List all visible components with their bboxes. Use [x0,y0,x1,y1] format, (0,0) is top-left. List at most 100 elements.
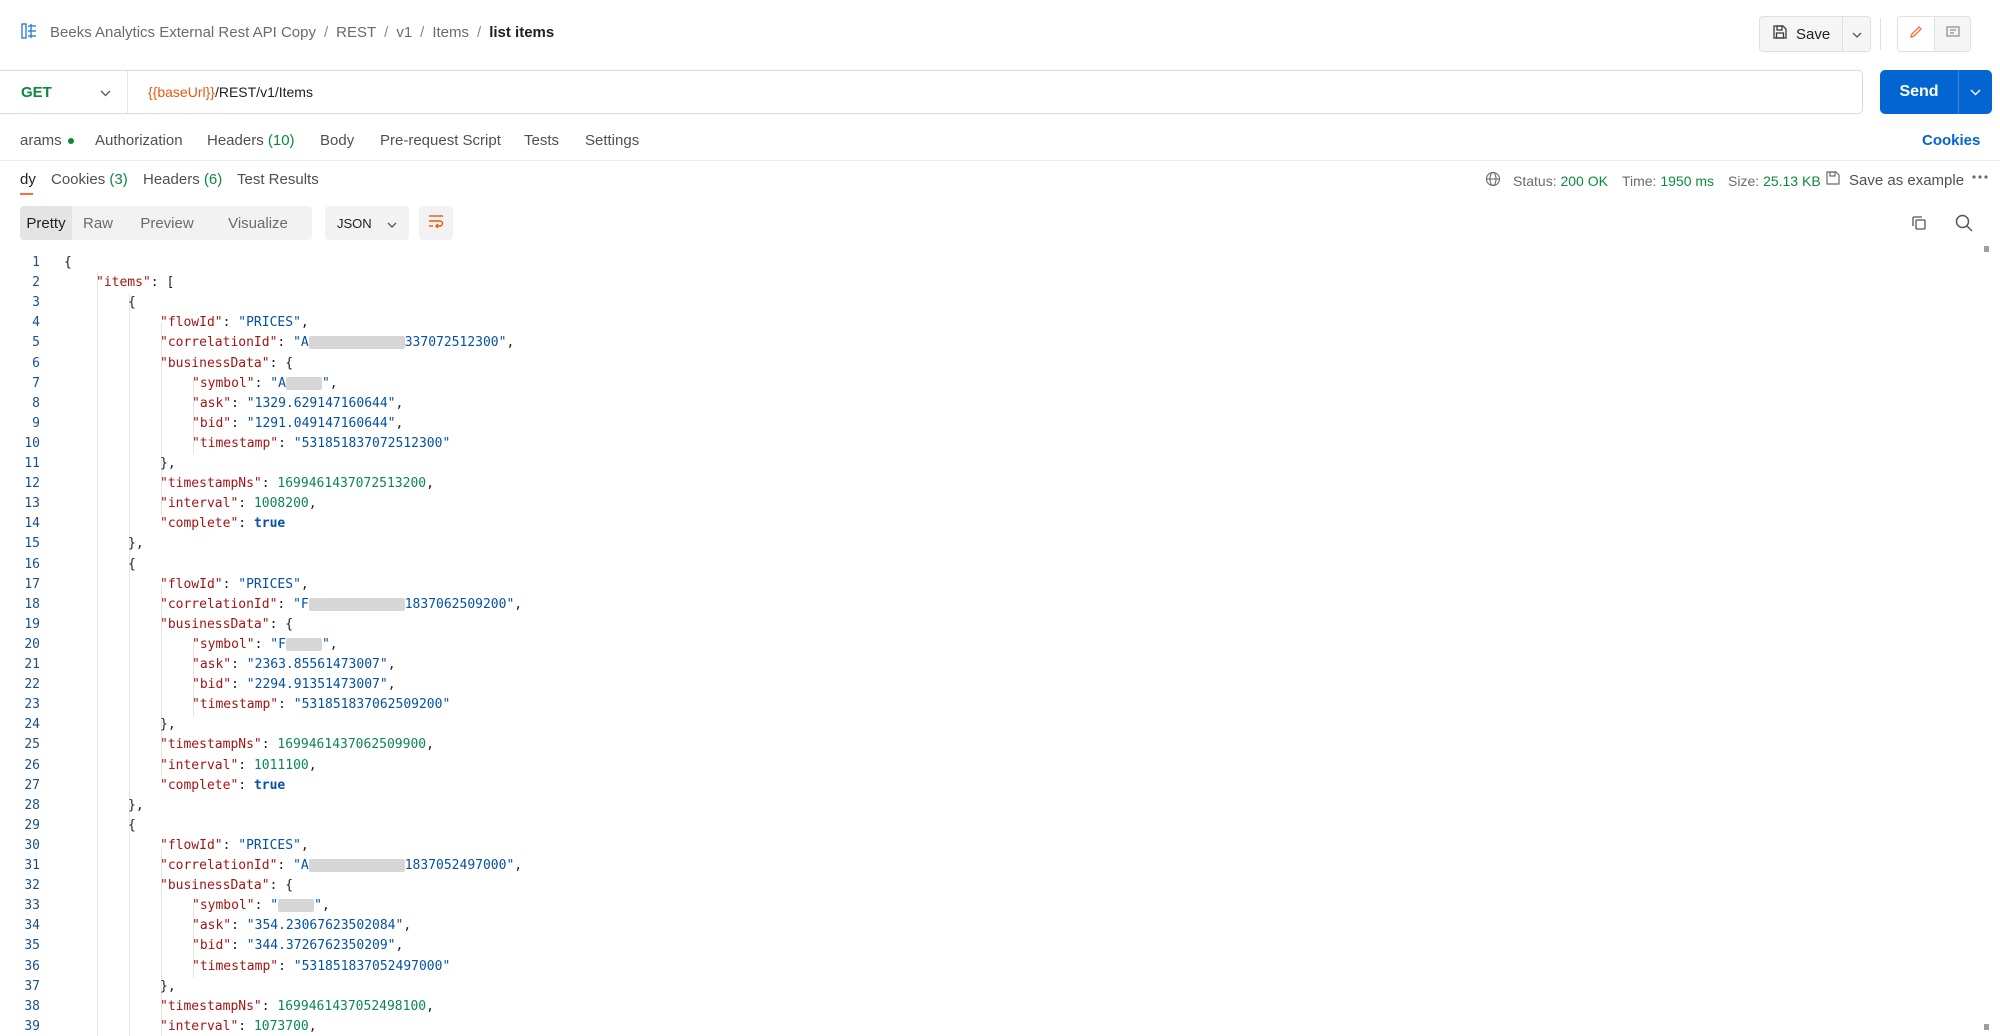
code-line: 5 "correlationId": "A 337072512300", [0,333,1960,353]
line-number: 25 [24,737,40,753]
code-text: "correlationId": "A 1837052497000", [160,858,523,873]
code-line: 10 "timestamp": "531851837072512300" [0,434,1960,454]
breadcrumb-folder-items[interactable]: Items [432,24,469,41]
status-value: 200 OK [1560,172,1608,189]
tab-params[interactable]: arams [20,132,74,149]
tab-cookies-label: Cookies [51,171,106,188]
breadcrumb-folder-rest[interactable]: REST [336,24,376,41]
tab-tests[interactable]: Tests [524,132,559,149]
section-divider [0,160,2000,161]
time-label: Time: [1621,172,1657,189]
code-line: 20 "symbol": "F ", [0,635,1960,655]
copy-icon[interactable] [1910,214,1928,237]
tab-pre-request-script[interactable]: Pre-request Script [380,132,501,149]
code-line: 14 "complete": true [0,514,1960,534]
more-options-icon[interactable] [1971,170,1989,189]
code-text: "interval": 1073700, [160,1018,317,1034]
line-number: 10 [24,435,40,451]
line-number: 27 [24,777,40,793]
method-label: GET [21,83,52,101]
send-options-dropdown[interactable] [1958,70,1992,114]
code-text: "businessData": { [160,355,294,371]
code-text: }, [160,978,176,994]
code-line: 25 "timestampNs": 1699461437062509900, [0,735,1960,755]
save-button[interactable]: Save [1760,17,1842,51]
save-options-dropdown[interactable] [1842,17,1870,51]
code-text: }, [128,797,144,813]
line-number: 37 [24,978,40,994]
code-text: }, [128,536,144,552]
code-line: 29 { [0,816,1960,836]
line-number: 32 [24,878,40,894]
line-number: 19 [24,616,40,632]
tab-headers[interactable]: Headers (10) [207,132,295,149]
code-line: 28}, [0,796,1960,816]
view-preview[interactable]: Preview [124,206,210,240]
size-info[interactable]: Size: 25.13 KB [1728,173,1821,189]
chevron-down-icon [387,216,397,231]
tab-test-results[interactable]: Test Results [237,171,319,188]
code-line: 19 "businessData": { [0,615,1960,635]
code-text: "symbol": "A ", [192,375,338,391]
code-line: 39 "interval": 1073700, [0,1017,1960,1036]
cookies-link[interactable]: Cookies [1922,132,1980,149]
tab-response-cookies[interactable]: Cookies (3) [51,171,128,188]
comment-icon [1945,24,1961,45]
line-number: 29 [24,817,40,833]
globe-icon[interactable] [1485,171,1501,190]
view-mode-selector: Pretty Raw Preview Visualize [20,206,312,240]
line-number: 13 [24,496,40,512]
line-number: 24 [24,717,40,733]
request-name[interactable]: list items [489,24,554,41]
view-pretty[interactable]: Pretty [20,206,72,240]
view-raw[interactable]: Raw [72,206,124,240]
tab-response-headers[interactable]: Headers (6) [143,171,222,188]
tab-authorization[interactable]: Authorization [95,132,183,149]
url-input[interactable]: {{baseUrl}}/REST/v1/Items [128,84,313,100]
code-line: 3{ [0,293,1960,313]
chevron-down-icon [1970,83,1981,101]
code-text: "interval": 1008200, [160,496,317,512]
format-select[interactable]: JSON [325,206,409,240]
view-visualize[interactable]: Visualize [210,206,306,240]
code-line: 31 "correlationId": "A 1837052497000", [0,856,1960,876]
tab-response-body[interactable]: dy [20,171,36,188]
code-line: 17 "flowId": "PRICES", [0,575,1960,595]
pencil-icon [1908,24,1924,45]
code-text: "timestampNs": 1699461437052498100, [160,998,434,1014]
code-text: "flowId": "PRICES", [160,576,309,592]
response-body-editor[interactable]: 1{2 "items": [3{4 "flowId": "PRICES", 5 "cor… [0,245,1980,1036]
code-text: "bid": "1291.049147160644", [192,415,404,431]
status-info[interactable]: Status: 200 OK [1513,173,1608,189]
tab-settings[interactable]: Settings [585,132,639,149]
tab-cookies-count: (3) [109,171,128,188]
code-text: "businessData": { [160,616,294,632]
edit-mode-button[interactable] [1898,17,1934,51]
save-icon [1825,170,1841,190]
wrap-lines-button[interactable] [419,206,453,240]
breadcrumb-folder-v1[interactable]: v1 [396,24,412,41]
code-line: 2 "items": [ [0,273,1960,293]
search-icon[interactable] [1954,213,1974,238]
line-number: 22 [24,677,40,693]
time-info[interactable]: Time: 1950 ms [1622,173,1714,189]
breadcrumb-collection[interactable]: Beeks Analytics External Rest API Copy [50,24,316,41]
code-line: 12 "timestampNs": 1699461437072513200, [0,474,1960,494]
code-text: "ask": "2363.85561473007", [192,657,396,672]
vertical-scrollbar[interactable] [1982,245,1990,1035]
send-button[interactable]: Send [1880,70,1958,114]
tab-body[interactable]: Body [320,132,354,149]
save-as-example-button[interactable]: Save as example [1825,170,1964,190]
save-icon [1772,24,1788,44]
code-line: 4 "flowId": "PRICES", [0,313,1960,333]
code-text: { [128,556,136,572]
comments-button[interactable] [1934,17,1970,51]
line-number: 21 [24,657,40,672]
line-number: 35 [24,938,40,954]
code-line: 1{ [0,253,1960,273]
code-text: "timestampNs": 1699461437072513200, [160,476,434,492]
code-line: 6 "businessData": { [0,354,1960,374]
url-path: /REST/v1/Items [214,84,313,100]
line-number: 34 [24,918,40,934]
method-select[interactable]: GET [0,71,128,113]
